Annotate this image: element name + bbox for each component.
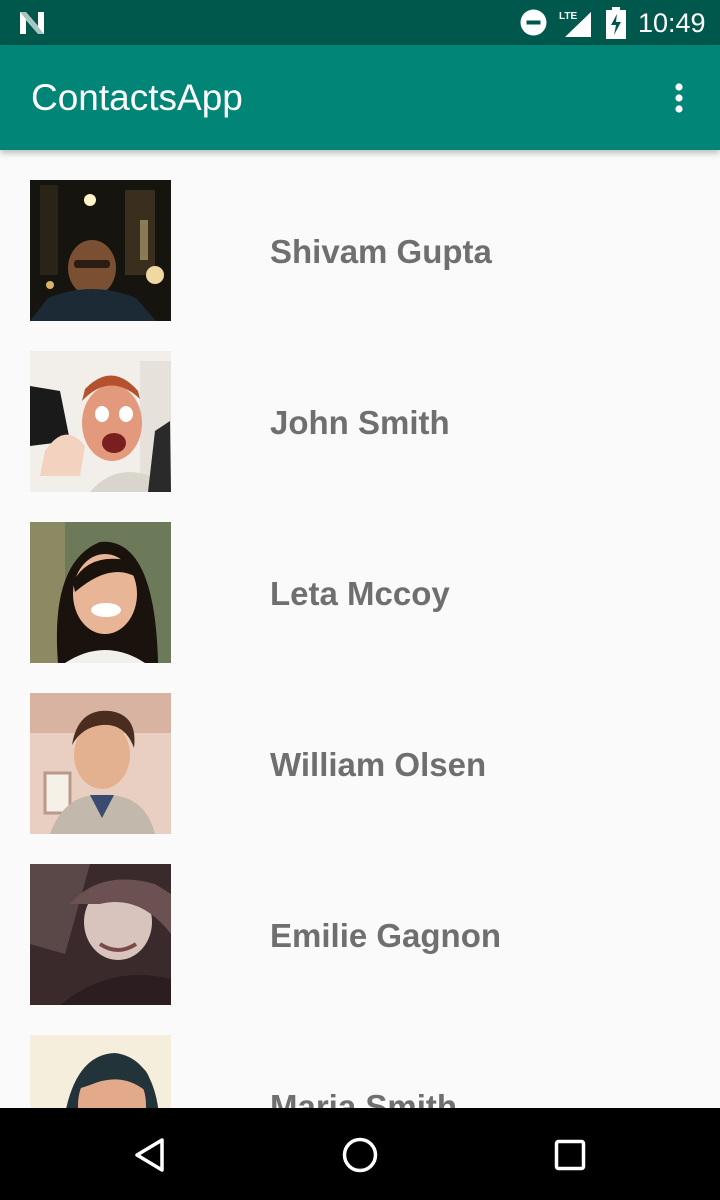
battery-charging-icon [606, 7, 626, 39]
contact-name: Shivam Gupta [270, 233, 492, 270]
home-icon [342, 1137, 378, 1173]
home-button[interactable] [335, 1130, 385, 1180]
back-button[interactable] [125, 1130, 175, 1180]
contact-name: William Olsen [270, 746, 487, 783]
recents-icon [554, 1139, 586, 1171]
n-icon [20, 12, 44, 34]
contact-avatar [30, 693, 171, 834]
svg-text:LTE: LTE [559, 11, 577, 22]
more-vert-icon [675, 83, 683, 113]
contact-list[interactable]: Shivam Gupta John Smith Leta Mccoy Willi… [0, 150, 720, 1108]
app-bar: ContactsApp [0, 45, 720, 150]
contact-row[interactable]: Emilie Gagnon [0, 834, 720, 1005]
contact-avatar [30, 864, 171, 1005]
contact-avatar [30, 1035, 171, 1108]
contact-avatar [30, 180, 171, 321]
status-bar: LTE 10:49 [0, 0, 720, 45]
recents-button[interactable] [545, 1130, 595, 1180]
status-clock: 10:49 [638, 8, 706, 38]
contact-row[interactable]: Leta Mccoy [0, 492, 720, 663]
overflow-menu-button[interactable] [660, 73, 698, 123]
contact-name: Emilie Gagnon [270, 917, 502, 954]
contact-row[interactable]: William Olsen [0, 663, 720, 834]
lte-signal-icon: LTE [559, 11, 591, 37]
contact-avatar [30, 351, 171, 492]
back-icon [135, 1138, 164, 1172]
contact-avatar [30, 522, 171, 663]
contact-row[interactable]: John Smith [0, 321, 720, 492]
contact-name: Leta Mccoy [270, 575, 450, 612]
do-not-disturb-icon [520, 9, 547, 36]
navigation-bar [0, 1108, 720, 1200]
app-title: ContactsApp [31, 77, 243, 118]
contact-name: Maria Smith [270, 1088, 458, 1108]
contact-row[interactable]: Shivam Gupta [0, 150, 720, 321]
contact-name: John Smith [270, 404, 450, 441]
contact-row[interactable]: Maria Smith [0, 1005, 720, 1108]
